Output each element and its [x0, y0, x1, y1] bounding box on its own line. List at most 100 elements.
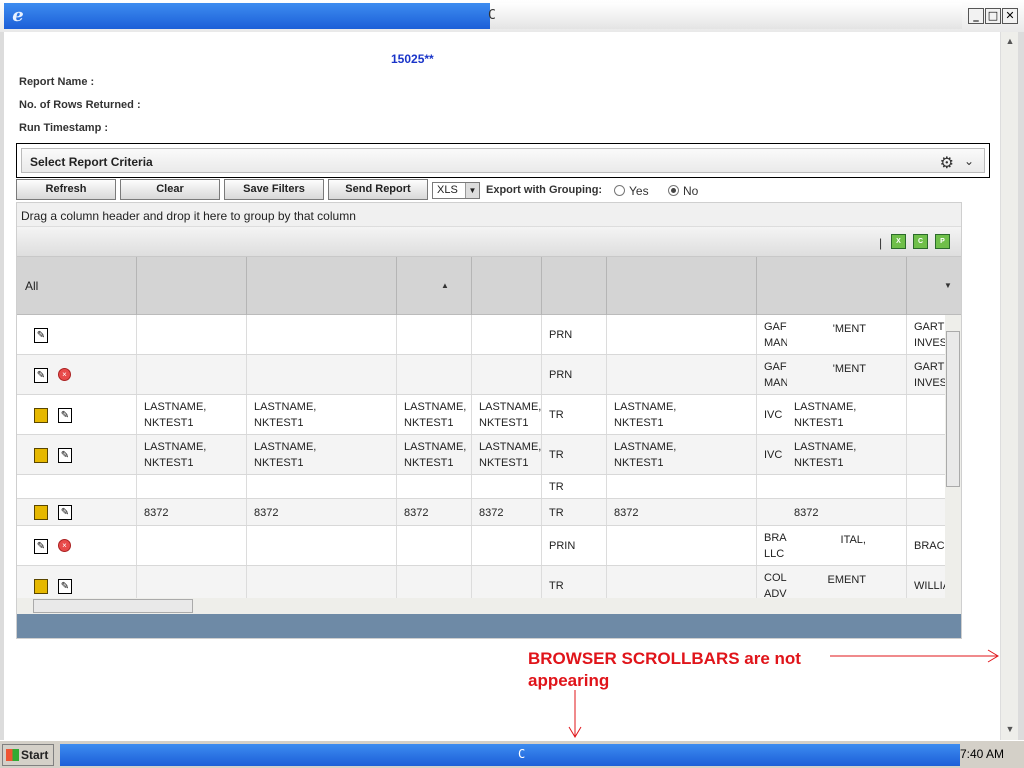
send-report-button[interactable]: Send Report: [328, 179, 428, 200]
edit-icon[interactable]: ✎: [58, 448, 72, 463]
edit-icon[interactable]: ✎: [58, 408, 72, 423]
report-criteria-panel[interactable]: Select Report Criteria ⚙ ⌄: [16, 143, 990, 178]
windows-logo-icon: [6, 749, 19, 761]
table-cell: [607, 355, 757, 394]
column-header[interactable]: [137, 257, 247, 315]
table-row[interactable]: ✎ 8372 8372 8372 8372 TR 8372 8372: [17, 499, 945, 526]
table-cell: PRN: [542, 355, 607, 394]
row-action-cell: ✎: [17, 395, 137, 434]
table-cell: TR: [542, 566, 607, 598]
table-row[interactable]: TR: [17, 475, 945, 499]
column-header[interactable]: [757, 257, 907, 315]
start-button[interactable]: Start: [2, 744, 54, 766]
grid-vertical-scrollbar[interactable]: [945, 315, 961, 598]
table-row[interactable]: ✎ PRN GAF MAN 'MENT GART INVES: [17, 315, 945, 355]
cell-text: EMENT: [827, 574, 867, 586]
cell-text: LASTNAME, NKTEST1: [144, 401, 207, 429]
table-row[interactable]: ✎ LASTNAME, NKTEST1 LASTNAME, NKTEST1 LASTN…: [17, 435, 945, 475]
save-filters-button[interactable]: Save Filters: [224, 179, 324, 200]
table-row[interactable]: ✎ TR COL ADV EMENT WILLIA: [17, 566, 945, 598]
table-cell: [607, 315, 757, 354]
grid-horizontal-scrollbar[interactable]: [17, 598, 961, 614]
grid-toolbar: | X C P: [17, 227, 961, 257]
sort-descending-icon[interactable]: ▼: [944, 281, 952, 290]
export-xls-icon[interactable]: X: [891, 234, 906, 249]
grid-footer-bar: [17, 614, 961, 638]
table-cell: BRA LLC: [757, 526, 787, 565]
taskbar-active-task[interactable]: [60, 744, 960, 766]
no-radio[interactable]: [668, 185, 679, 196]
note-icon[interactable]: [34, 505, 48, 520]
table-cell: [907, 475, 945, 498]
table-cell: EMENT: [787, 566, 907, 598]
table-cell: LASTNAME, NKTEST1: [607, 395, 757, 434]
table-cell: TR: [542, 395, 607, 434]
edit-icon[interactable]: ✎: [34, 368, 48, 383]
maximize-button[interactable]: □: [985, 8, 1001, 24]
window-title-bar: e C _ □ ✕: [0, 0, 1024, 32]
export-format-value: XLS: [437, 184, 458, 196]
column-header[interactable]: [607, 257, 757, 315]
note-icon[interactable]: [34, 579, 48, 594]
report-name-label: Report Name :: [19, 76, 95, 88]
table-cell: LASTNAME, NKTEST1: [787, 395, 907, 434]
table-cell: TR: [542, 499, 607, 525]
export-csv-icon[interactable]: C: [913, 234, 928, 249]
column-header[interactable]: [542, 257, 607, 315]
export-format-select[interactable]: XLS ▼: [432, 182, 480, 199]
grid-hscroll-thumb[interactable]: [33, 599, 193, 613]
start-label: Start: [21, 748, 49, 762]
grid-header-row: All ▲ ▼: [17, 257, 961, 315]
table-cell: [472, 475, 542, 498]
edit-icon[interactable]: ✎: [58, 579, 72, 594]
cell-text: TR: [549, 481, 564, 493]
cell-text: LASTNAME, NKTEST1: [254, 401, 317, 429]
table-cell: [907, 435, 945, 474]
column-header[interactable]: [472, 257, 542, 315]
grid-vscroll-thumb[interactable]: [946, 331, 960, 487]
column-header[interactable]: [247, 257, 397, 315]
row-action-cell: ✎: [17, 435, 137, 474]
edit-icon[interactable]: ✎: [58, 505, 72, 520]
cell-text: LASTNAME, NKTEST1: [404, 401, 467, 429]
sort-ascending-icon[interactable]: ▲: [441, 281, 449, 290]
run-timestamp-label: Run Timestamp :: [19, 122, 109, 134]
delete-icon[interactable]: ×: [58, 368, 71, 381]
delete-icon[interactable]: ×: [58, 539, 71, 552]
column-header[interactable]: [397, 257, 472, 315]
note-icon[interactable]: [34, 448, 48, 463]
scroll-up-arrow-icon[interactable]: ▲: [1003, 34, 1017, 48]
yes-radio[interactable]: [614, 185, 625, 196]
browser-vertical-scrollbar[interactable]: ▲ ▼: [1000, 32, 1018, 740]
cell-text: 'MENT: [832, 363, 866, 375]
cell-text: LASTNAME, NKTEST1: [794, 401, 857, 429]
dropdown-arrow-icon[interactable]: ▼: [465, 183, 479, 198]
table-row[interactable]: ✎ LASTNAME, NKTEST1 LASTNAME, NKTEST1 LASTN…: [17, 395, 945, 435]
edit-icon[interactable]: ✎: [34, 539, 48, 554]
table-cell: GART INVES: [907, 315, 945, 354]
table-row[interactable]: ✎ × PRIN BRA LLC ITAL, BRAC: [17, 526, 945, 566]
close-button[interactable]: ✕: [1002, 8, 1018, 24]
clear-button[interactable]: Clear: [120, 179, 220, 200]
gear-icon[interactable]: ⚙: [940, 153, 954, 173]
table-row[interactable]: ✎ × PRN GAF MAN 'MENT GART INVES: [17, 355, 945, 395]
chevron-down-icon[interactable]: ⌄: [964, 154, 974, 168]
scroll-down-arrow-icon[interactable]: ▼: [1003, 722, 1017, 736]
cell-text: LASTNAME, NKTEST1: [254, 441, 317, 469]
edit-icon[interactable]: ✎: [34, 328, 48, 343]
table-cell: LASTNAME, NKTEST1: [247, 395, 397, 434]
cell-text: LASTNAME, NKTEST1: [614, 401, 677, 429]
column-header-all[interactable]: All: [17, 257, 137, 315]
group-by-drop-zone[interactable]: Drag a column header and drop it here to…: [17, 203, 961, 227]
refresh-button[interactable]: Refresh: [16, 179, 116, 200]
table-cell: [397, 315, 472, 354]
table-cell: GART INVES: [907, 355, 945, 394]
title-bar-active-area: [4, 3, 490, 29]
table-cell: [787, 475, 907, 498]
minimize-button[interactable]: _: [968, 8, 984, 24]
export-pdf-icon[interactable]: P: [935, 234, 950, 249]
cell-text: 'MENT: [832, 323, 866, 335]
cell-text: ITAL,: [840, 534, 866, 546]
note-icon[interactable]: [34, 408, 48, 423]
table-cell: LASTNAME, NKTEST1: [472, 435, 542, 474]
